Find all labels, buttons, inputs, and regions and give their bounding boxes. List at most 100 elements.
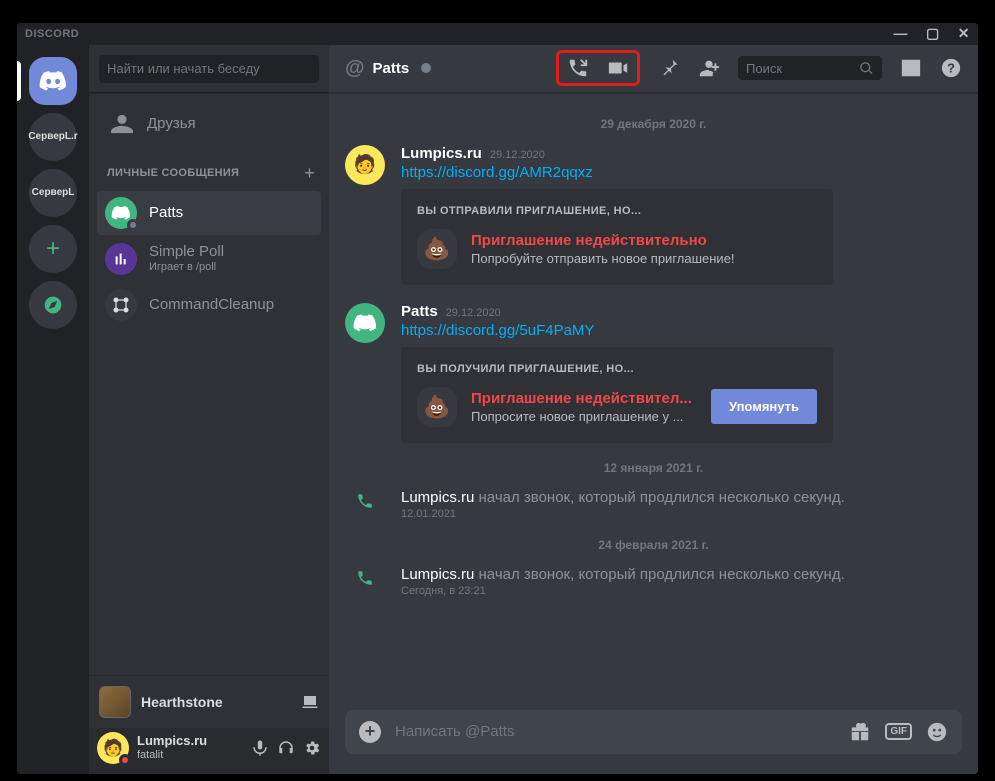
- search-icon: [859, 61, 874, 76]
- discord-logo-icon: [353, 314, 377, 332]
- titlebar: DISCORD — ▢ ✕: [17, 23, 978, 45]
- svg-text:?: ?: [947, 61, 955, 76]
- dm-name: Patts: [149, 204, 183, 222]
- dm-header: ЛИЧНЫЕ СООБЩЕНИЯ +: [89, 149, 329, 190]
- home-button[interactable]: [29, 57, 77, 105]
- call-icon: [345, 489, 385, 510]
- date-divider: 24 февраля 2021 г.: [345, 538, 962, 552]
- system-text: начал звонок, который продлился нескольк…: [474, 489, 844, 506]
- dm-name: CommandCleanup: [149, 296, 274, 314]
- search-input[interactable]: Поиск: [738, 56, 882, 80]
- friends-tab[interactable]: Друзья: [97, 101, 321, 147]
- avatar: [105, 243, 137, 275]
- user-name: Lumpics.ru: [137, 733, 243, 749]
- minimize-button[interactable]: —: [894, 25, 909, 42]
- dm-name: Simple Poll: [149, 243, 224, 261]
- messages-list[interactable]: 29 декабря 2020 г. 🧑 Lumpics.ru 29.12.20…: [329, 93, 978, 710]
- dm-sidebar: Найти или начать беседу Друзья ЛИЧНЫЕ СО…: [89, 45, 329, 774]
- deafen-icon[interactable]: [277, 739, 295, 757]
- avatar: [105, 289, 137, 321]
- header-toolbar: Поиск ?: [556, 50, 962, 86]
- screen-share-icon[interactable]: [301, 693, 319, 711]
- invite-hint: Попросите новое приглашение у ...: [471, 409, 697, 424]
- create-dm-button[interactable]: +: [304, 163, 315, 184]
- app-brand: DISCORD: [25, 28, 894, 40]
- avatar[interactable]: 🧑: [345, 145, 385, 185]
- message-input[interactable]: + Написать @Patts GIF: [345, 710, 962, 754]
- server-item-2[interactable]: СерверL: [29, 169, 77, 217]
- activity-card[interactable]: Hearthstone: [89, 675, 329, 728]
- quick-switcher-placeholder: Найти или начать беседу: [99, 55, 319, 83]
- dm-item-commandcleanup[interactable]: CommandCleanup: [97, 283, 321, 327]
- user-tag: fatalit: [137, 749, 243, 762]
- chat-area: @ Patts Поиск: [329, 45, 978, 774]
- invite-title: ВЫ ПОЛУЧИЛИ ПРИГЛАШЕНИЕ, НО...: [417, 363, 817, 375]
- user-panel: 🧑 Lumpics.ru fatalit: [89, 728, 329, 774]
- call-icon: [345, 566, 385, 587]
- message-timestamp: 29.12.2020: [490, 149, 545, 161]
- nodes-icon: [111, 295, 131, 315]
- help-button[interactable]: ?: [940, 57, 962, 79]
- message-author[interactable]: Patts: [401, 303, 438, 320]
- avatar: [105, 197, 137, 229]
- call-highlight: [556, 50, 640, 86]
- game-icon: [99, 686, 131, 718]
- chat-header: @ Patts Поиск: [329, 45, 978, 93]
- quick-switcher[interactable]: Найти или начать беседу: [89, 45, 329, 93]
- system-message: Lumpics.ru начал звонок, который продлил…: [345, 489, 962, 520]
- system-timestamp: Сегодня, в 23:21: [401, 585, 845, 597]
- message-author[interactable]: Lumpics.ru: [401, 145, 482, 162]
- add-friend-button[interactable]: [698, 57, 720, 79]
- system-author[interactable]: Lumpics.ru: [401, 566, 474, 583]
- input-placeholder: Написать @Patts: [395, 723, 835, 740]
- gift-button[interactable]: [849, 721, 871, 743]
- emoji-button[interactable]: [926, 721, 948, 743]
- message-timestamp: 29.12.2020: [446, 307, 501, 319]
- status-offline-icon: [127, 219, 139, 231]
- friends-label: Друзья: [147, 115, 196, 132]
- invite-error: Приглашение недействительно: [471, 232, 817, 249]
- dm-item-patts[interactable]: Patts: [97, 191, 321, 235]
- dm-item-simplepoll[interactable]: Simple Poll Играет в /poll: [97, 237, 321, 281]
- system-author[interactable]: Lumpics.ru: [401, 489, 474, 506]
- friends-icon: [111, 113, 133, 135]
- selection-pill: [17, 61, 21, 101]
- message-link[interactable]: https://discord.gg/5uF4PaMY: [401, 322, 962, 339]
- discord-logo-icon: [111, 206, 131, 220]
- invite-error: Приглашение недействител...: [471, 390, 697, 407]
- avatar[interactable]: [345, 303, 385, 343]
- invite-embed: ВЫ ПОЛУЧИЛИ ПРИГЛАШЕНИЕ, НО... 💩 Приглаш…: [401, 347, 833, 443]
- maximize-button[interactable]: ▢: [926, 25, 940, 42]
- mute-icon[interactable]: [251, 739, 269, 757]
- system-text: начал звонок, который продлился нескольк…: [474, 566, 844, 583]
- status-offline-icon: [421, 63, 431, 73]
- poop-icon: 💩: [417, 229, 457, 269]
- invite-hint: Попробуйте отправить новое приглашение!: [471, 251, 817, 266]
- server-item-1[interactable]: СерверL.r: [29, 113, 77, 161]
- close-button[interactable]: ✕: [958, 25, 970, 42]
- voice-call-button[interactable]: [567, 57, 589, 79]
- message: 🧑 Lumpics.ru 29.12.2020 https://discord.…: [345, 145, 962, 285]
- guilds-bar: СерверL.r СерверL +: [17, 45, 89, 774]
- inbox-button[interactable]: [900, 57, 922, 79]
- user-avatar[interactable]: 🧑: [97, 732, 129, 764]
- mention-button[interactable]: Упомянуть: [711, 389, 817, 424]
- attach-button[interactable]: +: [359, 721, 381, 743]
- app-window: DISCORD — ▢ ✕ СерверL.r СерверL + Найти …: [17, 23, 978, 774]
- date-divider: 29 декабря 2020 г.: [345, 117, 962, 131]
- chat-title: Patts: [373, 60, 410, 77]
- poll-icon: [113, 251, 129, 267]
- message-link[interactable]: https://discord.gg/AMR2qqxz: [401, 164, 962, 181]
- date-divider: 12 января 2021 г.: [345, 461, 962, 475]
- add-server-button[interactable]: +: [29, 225, 77, 273]
- search-placeholder: Поиск: [746, 61, 782, 76]
- system-timestamp: 12.01.2021: [401, 508, 845, 520]
- dm-activity: Играет в /poll: [149, 261, 224, 274]
- poop-icon: 💩: [417, 387, 457, 427]
- gif-button[interactable]: GIF: [885, 723, 912, 740]
- pinned-messages-button[interactable]: [658, 57, 680, 79]
- compass-icon: [43, 295, 63, 315]
- explore-servers-button[interactable]: [29, 281, 77, 329]
- video-call-button[interactable]: [607, 57, 629, 79]
- settings-icon[interactable]: [303, 739, 321, 757]
